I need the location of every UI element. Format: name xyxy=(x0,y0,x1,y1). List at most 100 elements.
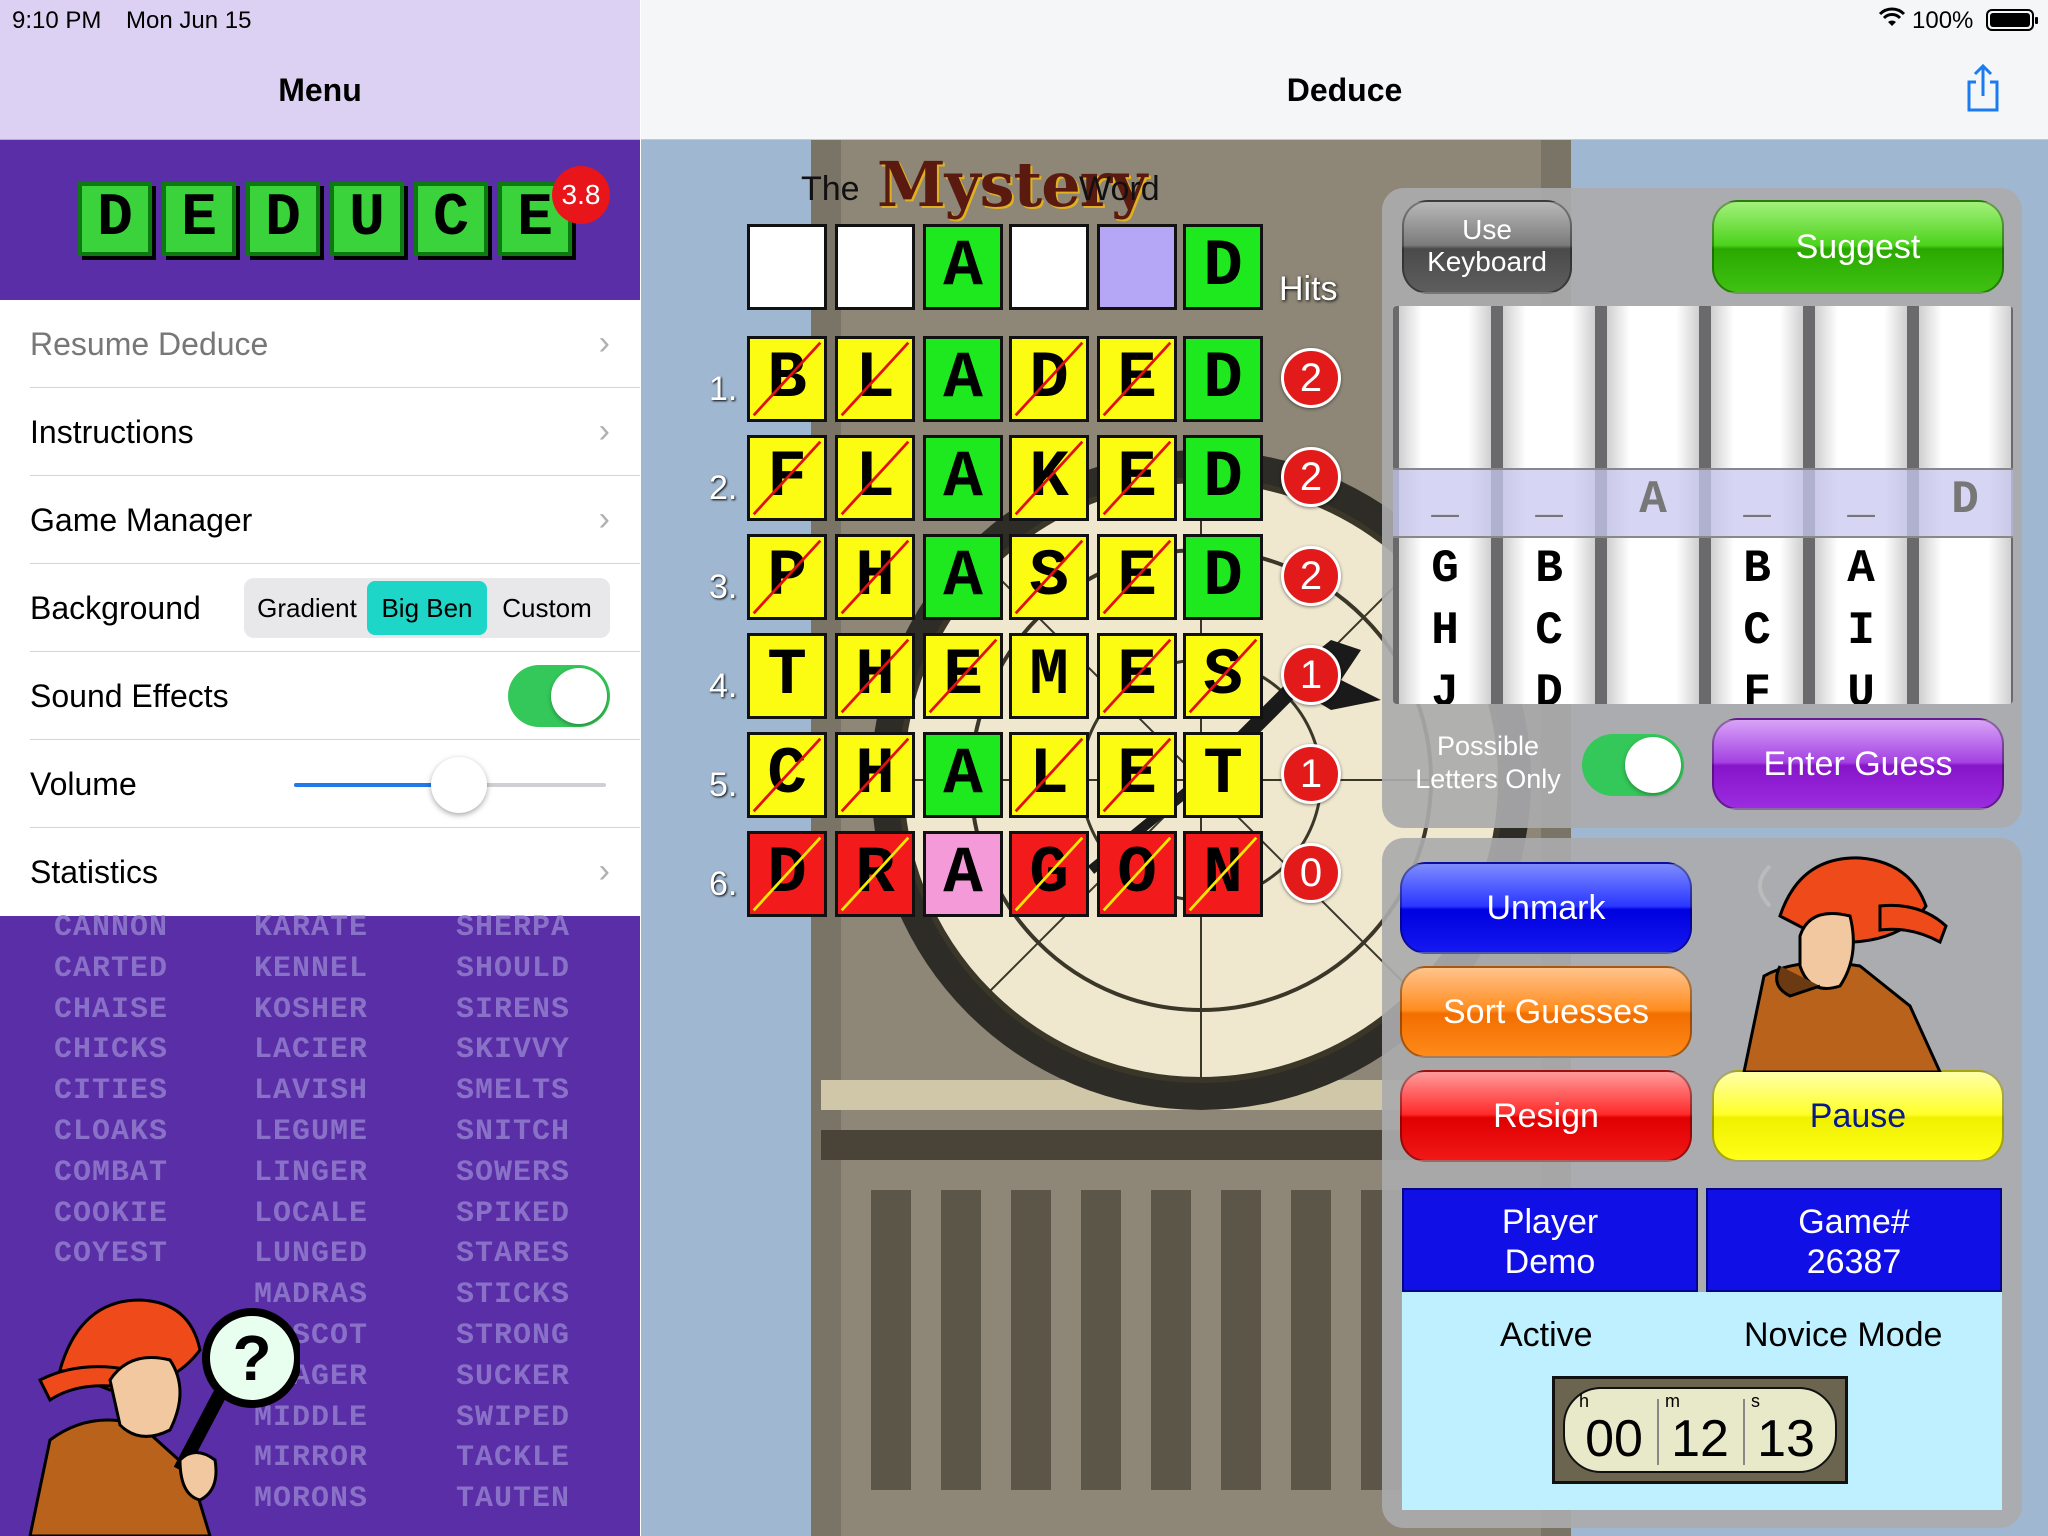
mystery-letter-cell[interactable]: A xyxy=(923,224,1003,310)
segment-gradient[interactable]: Gradient xyxy=(247,581,367,635)
guess-letter-cell[interactable]: A xyxy=(923,336,1003,422)
guess-letter-cell[interactable]: L xyxy=(835,435,915,521)
word-list-item: STRONG xyxy=(456,1318,571,1353)
letter-picker[interactable]: GHJ BCD BCF AIU _ _ A _ _ D xyxy=(1393,306,2013,704)
menu-item-background: Background Gradient Big Ben Custom xyxy=(30,564,640,652)
guess-letter-cell[interactable]: D xyxy=(1009,336,1089,422)
version-badge: 3.8 xyxy=(552,166,610,224)
possible-letters-toggle[interactable] xyxy=(1582,734,1684,796)
guess-letter-cell[interactable]: A xyxy=(923,732,1003,818)
picker-letters: GHJ xyxy=(1399,538,1491,704)
guess-letter-cell[interactable]: C xyxy=(747,732,827,818)
logo-tile: E xyxy=(162,182,236,256)
sort-guesses-button[interactable]: Sort Guesses xyxy=(1400,966,1692,1058)
segment-custom[interactable]: Custom xyxy=(487,581,607,635)
logo-tile: D xyxy=(246,182,320,256)
picker-letter: A xyxy=(1847,543,1875,595)
guess-letter-cell[interactable]: L xyxy=(835,336,915,422)
resign-button[interactable]: Resign xyxy=(1400,1070,1692,1162)
guess-letter-cell[interactable]: E xyxy=(923,633,1003,719)
word-list-item: LACIER xyxy=(254,1033,369,1068)
menu-item-statistics[interactable]: Statistics › xyxy=(30,828,640,916)
guess-letter-cell[interactable]: L xyxy=(1009,732,1089,818)
guess-letter-cell[interactable]: F xyxy=(747,435,827,521)
guess-letter-cell[interactable]: H xyxy=(835,732,915,818)
word-list-item: SKIVVY xyxy=(456,1033,571,1068)
menu-item-label: Statistics xyxy=(30,854,159,890)
word-list-item: SUCKER xyxy=(456,1359,571,1394)
guess-letter-cell[interactable]: T xyxy=(747,633,827,719)
picker-letter: U xyxy=(1847,667,1875,704)
share-icon[interactable] xyxy=(1963,62,2003,114)
word-list-item: LAVISH xyxy=(254,1074,369,1109)
guess-letter-cell[interactable]: P xyxy=(747,534,827,620)
svg-text:?: ? xyxy=(232,1322,271,1394)
guess-letter-cell[interactable]: D xyxy=(747,831,827,917)
suggest-label: Suggest xyxy=(1795,228,1921,266)
guess-letter-cell[interactable]: B xyxy=(747,336,827,422)
mystery-letter-cell[interactable] xyxy=(1009,224,1089,310)
suggest-button[interactable]: Suggest xyxy=(1712,200,2004,294)
picker-selected-letter: _ xyxy=(1535,474,1563,526)
use-keyboard-label: Use xyxy=(1462,214,1512,245)
menu-item-instructions[interactable]: Instructions › xyxy=(30,388,640,476)
guess-letter-cell[interactable]: D xyxy=(1183,336,1263,422)
guess-letter-cell[interactable]: H xyxy=(835,633,915,719)
detective-pipe-illustration xyxy=(1742,856,1948,1072)
word-list-item: SIRENS xyxy=(456,992,571,1027)
menu-item-resume[interactable]: Resume Deduce › xyxy=(30,300,640,388)
enter-guess-button[interactable]: Enter Guess xyxy=(1712,718,2004,810)
mystery-letter-cell[interactable] xyxy=(1097,224,1177,310)
guess-letter-cell[interactable]: E xyxy=(1097,435,1177,521)
guess-letter-cell[interactable]: D xyxy=(1183,435,1263,521)
word-list-item: LOCALE xyxy=(254,1196,369,1231)
volume-slider[interactable] xyxy=(294,757,606,813)
picker-selected-letter: _ xyxy=(1431,474,1459,526)
enter-guess-label: Enter Guess xyxy=(1763,745,1953,783)
guess-letter-cell[interactable]: S xyxy=(1009,534,1089,620)
volume-slider-knob[interactable] xyxy=(431,757,488,813)
guess-letter-cell[interactable]: N xyxy=(1183,831,1263,917)
guess-row-number: 3. xyxy=(709,568,738,606)
picker-letter: G xyxy=(1431,543,1459,595)
use-keyboard-button[interactable]: Use Keyboard xyxy=(1402,200,1572,294)
guess-letter-cell[interactable]: A xyxy=(923,831,1003,917)
guess-letter-cell[interactable]: E xyxy=(1097,336,1177,422)
guess-letter-cell[interactable]: E xyxy=(1097,732,1177,818)
guess-letter-cell[interactable]: E xyxy=(1097,633,1177,719)
word-list-item: TAUTEN xyxy=(456,1482,571,1517)
pause-button[interactable]: Pause xyxy=(1712,1070,2004,1162)
game-status-area: Active Novice Mode h 00 m 12 s 13 xyxy=(1402,1292,2002,1510)
status-date: Mon Jun 15 xyxy=(126,7,252,34)
picker-letter: B xyxy=(1535,543,1563,595)
mystery-letter-cell[interactable] xyxy=(835,224,915,310)
picker-letter: D xyxy=(1535,667,1563,704)
guess-letter-cell[interactable]: G xyxy=(1009,831,1089,917)
chevron-right-icon: › xyxy=(598,500,610,538)
guess-letter-cell[interactable]: R xyxy=(835,831,915,917)
menu-item-game-manager[interactable]: Game Manager › xyxy=(30,476,640,564)
guess-letter-cell[interactable]: D xyxy=(1183,534,1263,620)
guess-letter-cell[interactable]: E xyxy=(1097,534,1177,620)
guess-letter-cell[interactable]: M xyxy=(1009,633,1089,719)
guess-letter-cell[interactable]: T xyxy=(1183,732,1263,818)
sound-effects-toggle[interactable] xyxy=(508,665,610,727)
guess-letter-cell[interactable]: O xyxy=(1097,831,1177,917)
guess-letter-cell[interactable]: A xyxy=(923,534,1003,620)
segment-big-ben[interactable]: Big Ben xyxy=(367,581,487,635)
guess-letter-cell[interactable]: S xyxy=(1183,633,1263,719)
guess-letter-cell[interactable]: A xyxy=(923,435,1003,521)
status-time: 9:10 PM xyxy=(12,7,102,34)
guess-letter-cell[interactable]: K xyxy=(1009,435,1089,521)
unmark-button[interactable]: Unmark xyxy=(1400,862,1692,954)
picker-selected-letter: D xyxy=(1951,474,1979,526)
word-list-item: CARTED xyxy=(54,951,169,986)
guess-letter-cell[interactable]: H xyxy=(835,534,915,620)
logo-tile: U xyxy=(330,182,404,256)
word-list-item: CANNON xyxy=(54,911,169,945)
word-list-item: COMBAT xyxy=(54,1155,169,1190)
picker-letter: C xyxy=(1743,605,1771,657)
mystery-letter-cell[interactable]: D xyxy=(1183,224,1263,310)
background-segmented-control: Gradient Big Ben Custom xyxy=(244,578,610,638)
mystery-letter-cell[interactable] xyxy=(747,224,827,310)
